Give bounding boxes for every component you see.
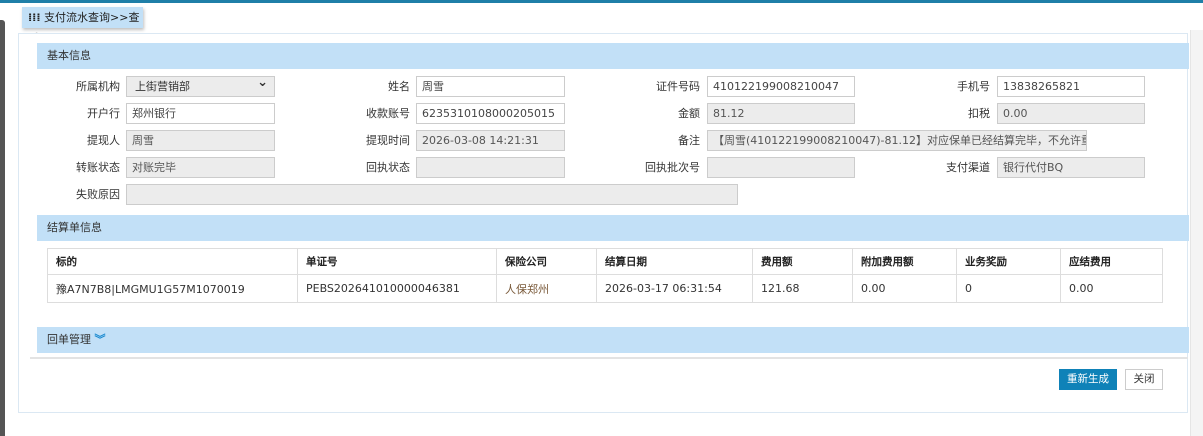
id-no-field[interactable]: 410122199008210047 (707, 76, 855, 97)
col-header: 费用额 (752, 248, 853, 275)
fail-reason-label: 失败原因 (76, 188, 120, 201)
left-scrollbar[interactable] (0, 20, 5, 436)
amount-label: 金额 (678, 107, 700, 120)
col-header: 保险公司 (496, 248, 597, 275)
table-row: 豫A7N7B8|LMGMU1G57M1070019 PEBS2026410100… (47, 274, 1163, 303)
bank-label: 开户行 (87, 107, 120, 120)
account-label: 收款账号 (366, 107, 410, 120)
receipt-batch-field (707, 157, 855, 178)
remark-label: 备注 (678, 134, 700, 147)
cell: 2026-03-17 06:31:54 (596, 274, 753, 303)
cell: 0.00 (852, 274, 957, 303)
col-header: 单证号 (297, 248, 497, 275)
withdraw-time-field: 2026-03-08 14:21:31 (416, 130, 565, 151)
tax-label: 扣税 (968, 107, 990, 120)
withdraw-time-label: 提现时间 (366, 134, 410, 147)
cell: 人保郑州 (496, 274, 597, 303)
col-header: 标的 (47, 248, 298, 275)
grid-icon: ⁞⁞⁞ (28, 11, 41, 24)
phone-label: 手机号 (957, 80, 990, 93)
cell: 0 (956, 274, 1061, 303)
cell: 豫A7N7B8|LMGMU1G57M1070019 (47, 274, 298, 303)
org-select[interactable]: 上街营销部 (126, 76, 275, 97)
right-scrollbar[interactable] (1190, 30, 1203, 436)
section-title: 回单管理 (47, 333, 91, 346)
phone-field[interactable]: 13838265821 (997, 76, 1145, 97)
withdrawer-field: 周雪 (126, 130, 275, 151)
cell: 121.68 (752, 274, 853, 303)
table-header-row: 标的 单证号 保险公司 结算日期 费用额 附加费用额 业务奖励 应结费用 (47, 248, 1163, 275)
receipt-status-label: 回执状态 (366, 161, 410, 174)
fail-reason-field (126, 184, 738, 205)
transfer-status-field: 对账完毕 (126, 157, 275, 178)
org-label: 所属机构 (76, 80, 120, 93)
section-settlement-info: 结算单信息 (37, 215, 1189, 241)
col-header: 应结费用 (1060, 248, 1163, 275)
col-header: 附加费用额 (852, 248, 957, 275)
regenerate-button[interactable]: 重新生成 (1059, 369, 1117, 390)
col-header: 业务奖励 (956, 248, 1061, 275)
breadcrumb-tab[interactable]: ⁞⁞⁞ 支付流水查询>>查看 (22, 7, 143, 45)
channel-label: 支付渠道 (946, 161, 990, 174)
account-field[interactable]: 6235310108000205015 (416, 103, 565, 124)
divider (30, 357, 1188, 359)
transfer-status-label: 转账状态 (76, 161, 120, 174)
tax-field: 0.00 (997, 103, 1145, 124)
close-button[interactable]: 关闭 (1125, 369, 1163, 390)
remark-field: 【周雪(410122199008210047)-81.12】对应保单已经结算完毕… (707, 130, 1087, 151)
receipt-batch-label: 回执批次号 (645, 161, 700, 174)
section-receipt-management[interactable]: 回单管理 ︾ (37, 327, 1189, 353)
double-chevron-down-icon[interactable]: ︾ (95, 333, 106, 346)
top-border (0, 0, 1203, 3)
col-header: 结算日期 (596, 248, 753, 275)
amount-field: 81.12 (707, 103, 855, 124)
section-basic-info: 基本信息 (37, 43, 1189, 69)
withdrawer-label: 提现人 (87, 134, 120, 147)
receipt-status-field (416, 157, 565, 178)
name-field[interactable]: 周雪 (416, 76, 565, 97)
id-no-label: 证件号码 (656, 80, 700, 93)
cell: 0.00 (1060, 274, 1163, 303)
settlement-table: 标的 单证号 保险公司 结算日期 费用额 附加费用额 业务奖励 应结费用 豫A7… (47, 248, 1163, 303)
bank-field[interactable]: 郑州银行 (126, 103, 275, 124)
name-label: 姓名 (388, 80, 410, 93)
channel-field: 银行代付BQ (997, 157, 1145, 178)
cell: PEBS202641010000046381 (297, 274, 497, 303)
